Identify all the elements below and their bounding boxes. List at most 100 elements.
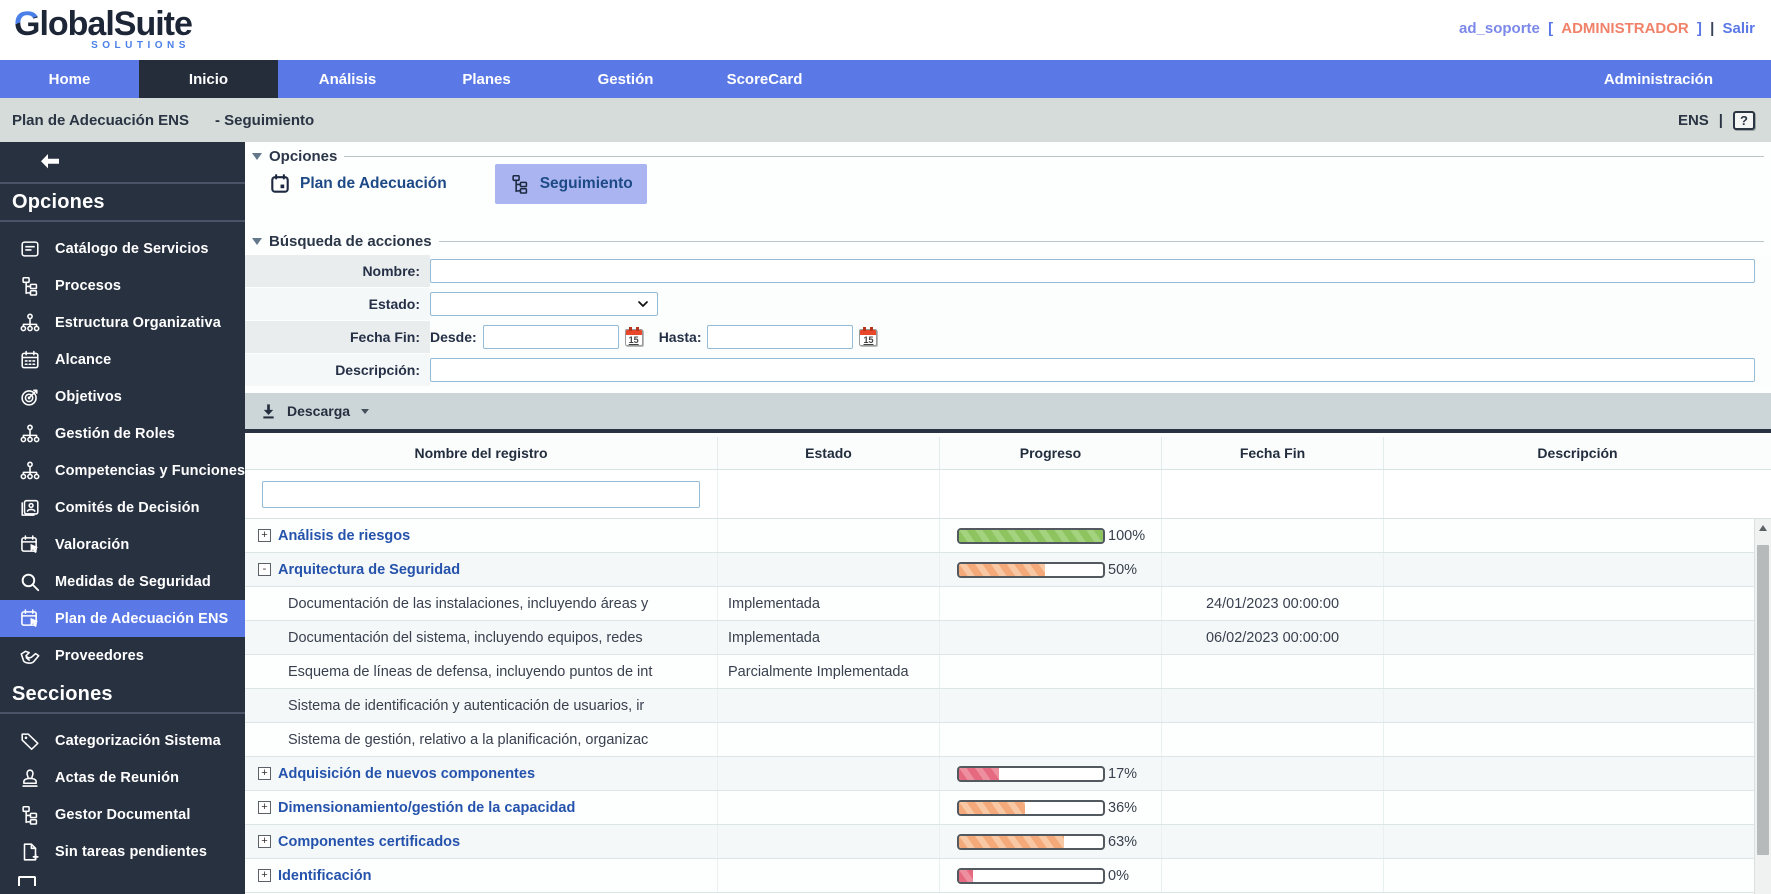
table-row: Sistema de gestión, relativo a la planif… bbox=[245, 723, 1754, 757]
table-row: + Dimensionamiento/gestión de la capacida… bbox=[245, 791, 1754, 825]
record-name[interactable]: Análisis de riesgos bbox=[278, 528, 410, 544]
sidebar-item-label: Gestión de Roles bbox=[55, 426, 175, 442]
app-header: GlobalSuite SOLUTIONS ad_soporte [ ADMIN… bbox=[0, 0, 1771, 60]
fecha-cell bbox=[1162, 689, 1384, 722]
logo-text: GlobalSuite bbox=[14, 6, 192, 42]
nav-tab-scorecard[interactable]: ScoreCard bbox=[695, 60, 834, 98]
desde-input[interactable] bbox=[483, 325, 619, 349]
expand-toggle[interactable]: + bbox=[258, 529, 271, 542]
sidebar-item-label: Catálogo de Servicios bbox=[55, 241, 209, 257]
record-name[interactable]: Dimensionamiento/gestión de la capacidad bbox=[278, 800, 575, 816]
hasta-input[interactable] bbox=[707, 325, 853, 349]
breadcrumb: Plan de Adecuación ENS - Seguimiento bbox=[0, 112, 314, 129]
record-name[interactable]: Arquitectura de Seguridad bbox=[278, 562, 460, 578]
collapse-toggle[interactable]: - bbox=[258, 563, 271, 576]
vertical-scrollbar[interactable] bbox=[1754, 519, 1771, 894]
sidebar-sections: OpcionesCatálogo de ServiciosProcesosEst… bbox=[0, 184, 245, 872]
scrollbar-thumb[interactable] bbox=[1757, 545, 1769, 855]
form-row-fecha-fin: Fecha Fin: Desde: 15 Hasta: 15 bbox=[245, 321, 1771, 353]
column-header-estado: Estado bbox=[718, 437, 940, 469]
triangle-up-icon bbox=[1759, 525, 1767, 531]
tab-plan-de-adecuacion[interactable]: Plan de Adecuación bbox=[255, 164, 461, 204]
sidebar-item-proveedores[interactable]: Proveedores bbox=[0, 637, 245, 674]
sidebar-item-competencias-y-funciones[interactable]: Competencias y Funciones bbox=[0, 452, 245, 489]
sidebar-item-label: Estructura Organizativa bbox=[55, 315, 221, 331]
progress-cell: 0% bbox=[940, 859, 1162, 892]
logout-link[interactable]: Salir bbox=[1722, 20, 1755, 37]
calendar-icon bbox=[18, 349, 42, 371]
table-row: Esquema de líneas de defensa, incluyendo… bbox=[245, 655, 1754, 689]
sidebar-item-estructura-organizativa[interactable]: Estructura Organizativa bbox=[0, 304, 245, 341]
sidebar-item-actas-de-reunion[interactable]: Actas de Reunión bbox=[0, 759, 245, 796]
sidebar-item-procesos[interactable]: Procesos bbox=[0, 267, 245, 304]
sidebar-item-valoracion[interactable]: Valoración bbox=[0, 526, 245, 563]
org-chart-icon bbox=[18, 804, 42, 826]
progress-label: 100% bbox=[1108, 528, 1145, 544]
org-chart-icon bbox=[18, 275, 42, 297]
sidebar-item-label: Objetivos bbox=[55, 389, 122, 405]
back-button[interactable] bbox=[0, 142, 245, 184]
fecha-cell bbox=[1162, 757, 1384, 790]
panel-divider bbox=[344, 156, 1764, 157]
nav-tab-home[interactable]: Home bbox=[0, 60, 139, 98]
calendar-cursor-icon bbox=[18, 534, 42, 556]
estado-select[interactable] bbox=[430, 292, 658, 316]
sidebar-item-comites-de-decision[interactable]: Comités de Decisión bbox=[0, 489, 245, 526]
collapse-triangle-icon[interactable] bbox=[252, 153, 262, 160]
id-card-icon bbox=[18, 497, 42, 519]
divider: | bbox=[1719, 112, 1723, 129]
panel-divider bbox=[439, 241, 1764, 242]
sidebar: OpcionesCatálogo de ServiciosProcesosEst… bbox=[0, 142, 245, 894]
expand-toggle[interactable]: + bbox=[258, 835, 271, 848]
breadcrumb-bar: Plan de Adecuación ENS - Seguimiento ENS… bbox=[0, 98, 1771, 142]
sidebar-item-plan-de-adecuacion-ens[interactable]: Plan de Adecuación ENS bbox=[0, 600, 245, 637]
hierarchy-icon bbox=[18, 312, 42, 334]
sidebar-item-objetivos[interactable]: Objetivos bbox=[0, 378, 245, 415]
sidebar-item-sin-tareas-pendientes[interactable]: Sin tareas pendientes bbox=[0, 833, 245, 870]
expand-toggle[interactable]: + bbox=[258, 869, 271, 882]
user-area: ad_soporte [ ADMINISTRADOR ] | Salir bbox=[1457, 20, 1757, 37]
tab-seguimiento[interactable]: Seguimiento bbox=[495, 164, 647, 204]
sidebar-item-alcance[interactable]: Alcance bbox=[0, 341, 245, 378]
collapse-triangle-icon[interactable] bbox=[252, 238, 262, 245]
estado-cell bbox=[718, 723, 940, 756]
record-name[interactable]: Identificación bbox=[278, 868, 371, 884]
expand-toggle[interactable]: + bbox=[258, 767, 271, 780]
sidebar-item-gestion-de-roles[interactable]: Gestión de Roles bbox=[0, 415, 245, 452]
estado-cell bbox=[718, 519, 940, 552]
fecha-cell bbox=[1162, 655, 1384, 688]
username-link[interactable]: ad_soporte bbox=[1459, 20, 1540, 37]
help-icon[interactable]: ? bbox=[1733, 111, 1755, 130]
nav-tab-gestion[interactable]: Gestión bbox=[556, 60, 695, 98]
sidebar-item-catalogo-de-servicios[interactable]: Catálogo de Servicios bbox=[0, 230, 245, 267]
table-row: -Arquitectura de Seguridad50% bbox=[245, 553, 1754, 587]
nav-tab-planes[interactable]: Planes bbox=[417, 60, 556, 98]
sidebar-item-gestor-documental[interactable]: Gestor Documental bbox=[0, 796, 245, 833]
nombre-input[interactable] bbox=[430, 259, 1755, 283]
estado-cell: Implementada bbox=[718, 621, 940, 654]
nav-tab-administracion[interactable]: Administración bbox=[1584, 60, 1771, 98]
record-filter-input[interactable] bbox=[262, 481, 700, 508]
sidebar-item-categorizacion-sistema[interactable]: Categorización Sistema bbox=[0, 722, 245, 759]
descripcion-cell bbox=[1384, 859, 1754, 892]
date-picker-icon[interactable]: 15 bbox=[625, 329, 643, 346]
descripcion-input[interactable] bbox=[430, 358, 1755, 382]
doc-plus-icon bbox=[18, 841, 42, 863]
search-form: Nombre: Estado: Fecha Fin: Desde: 15 Has… bbox=[245, 255, 1771, 387]
table-row: Documentación de las instalaciones, incl… bbox=[245, 587, 1754, 621]
download-button[interactable]: Descarga bbox=[245, 393, 1771, 433]
record-name[interactable]: Componentes certificados bbox=[278, 834, 460, 850]
nav-tab-analisis[interactable]: Análisis bbox=[278, 60, 417, 98]
sidebar-item-medidas-de-seguridad[interactable]: Medidas de Seguridad bbox=[0, 563, 245, 600]
scroll-up-button[interactable] bbox=[1755, 519, 1771, 537]
record-name[interactable]: Adquisición de nuevos componentes bbox=[278, 766, 535, 782]
sidebar-item-label: Gestor Documental bbox=[55, 807, 190, 823]
date-picker-icon[interactable]: 15 bbox=[859, 329, 877, 346]
nav-tab-inicio[interactable]: Inicio bbox=[139, 60, 278, 98]
progress-cell bbox=[940, 723, 1162, 756]
breadcrumb-subtitle: - Seguimiento bbox=[215, 112, 314, 129]
expand-toggle[interactable]: + bbox=[258, 801, 271, 814]
column-header-descripcion: Descripción bbox=[1384, 437, 1771, 469]
record-name: Documentación de las instalaciones, incl… bbox=[288, 596, 648, 612]
descripcion-cell bbox=[1384, 757, 1754, 790]
